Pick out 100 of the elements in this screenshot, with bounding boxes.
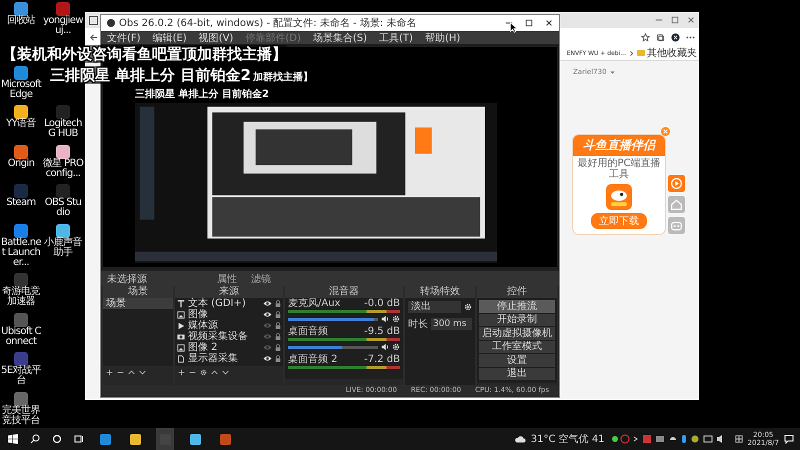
desktop-icon-label[interactable]: Microsoft Edge [0, 80, 42, 100]
weather-text[interactable]: 31°C 空气优 41 [530, 432, 605, 446]
volume-slider[interactable] [288, 346, 378, 348]
desktop-icon-label[interactable]: 微星 PROconfig... [42, 158, 84, 179]
eye-icon[interactable] [263, 311, 272, 318]
collections-icon[interactable] [656, 32, 665, 42]
tab-icon[interactable] [89, 16, 98, 24]
menu-item[interactable]: 文件(F) [107, 30, 141, 44]
search-icon[interactable] [30, 434, 40, 444]
lock-icon[interactable] [275, 300, 281, 308]
settings-icon[interactable] [392, 343, 400, 351]
eye-icon[interactable] [263, 300, 272, 307]
channel-name: 桌面音频 2 [288, 354, 338, 365]
app-icon[interactable] [56, 184, 70, 198]
source-item[interactable]: 媒体源 [188, 320, 260, 331]
app-icon[interactable] [14, 392, 28, 406]
panel-title: 来源 [175, 286, 283, 298]
lock-icon[interactable] [275, 310, 281, 318]
menu-item[interactable]: 场景集合(S) [312, 30, 368, 44]
app-icon[interactable] [56, 144, 70, 159]
ad-card[interactable]: 斗鱼直播伴侣 最好用的PC端直播工具 立即下载 [573, 135, 665, 234]
desktop-icon-label[interactable]: 完美世界竞技平台 [0, 406, 42, 426]
favorites-folder[interactable]: 其他收藏夹 [647, 46, 697, 60]
control-button[interactable]: 设置 [479, 354, 555, 366]
source-item[interactable]: 文本 (GDI+) [188, 298, 260, 309]
lock-icon[interactable] [275, 354, 281, 362]
settings-icon[interactable] [200, 369, 207, 376]
settings-icon[interactable] [392, 315, 400, 323]
add-icon[interactable] [106, 369, 113, 376]
star-icon[interactable] [641, 32, 650, 42]
panel-title: 控件 [477, 286, 557, 298]
task-view-icon[interactable] [74, 434, 84, 444]
desktop-icon-label[interactable]: 回收站 [0, 16, 42, 26]
toolbar-button[interactable]: 属性 [213, 272, 241, 286]
caret-icon[interactable] [608, 68, 616, 76]
notification-icon[interactable] [784, 434, 794, 444]
desktop-icon-label[interactable]: Ubisoft Connect [0, 326, 42, 347]
remove-icon[interactable] [117, 369, 124, 376]
desktop-icon-label[interactable]: 奇游电竞加速器 [0, 287, 42, 308]
lock-icon[interactable] [275, 322, 281, 330]
scene-item[interactable]: 场景 [103, 298, 173, 309]
desktop-icon-label[interactable]: 5E对战平台 [0, 366, 42, 386]
channel-reading: -9.5 dB [364, 326, 400, 337]
media-source-icon [177, 322, 185, 330]
remove-icon[interactable] [189, 369, 196, 376]
menu-item[interactable]: 编辑(E) [152, 30, 187, 44]
toolbar-button[interactable]: 滤镜 [247, 272, 275, 286]
settings-icon[interactable] [464, 303, 472, 311]
source-item[interactable]: 图像 2 [188, 342, 260, 353]
app-icon[interactable] [56, 224, 70, 238]
desktop-icon-label[interactable]: Battle.net Launcher... [0, 238, 42, 268]
add-icon[interactable] [178, 369, 185, 376]
windows-start-icon[interactable] [8, 434, 18, 444]
preview-caption: 三排陨星 单排上分 目前铂金2 [135, 88, 269, 101]
app-icon[interactable] [14, 2, 28, 16]
ime-icon[interactable] [734, 435, 743, 443]
app-icon[interactable] [14, 105, 28, 120]
up-icon[interactable] [128, 369, 135, 376]
monitor-source-icon [177, 354, 185, 362]
menu-item[interactable]: 工具(T) [379, 30, 413, 44]
source-item[interactable]: 显示器采集 [188, 353, 260, 364]
play-icon[interactable] [668, 175, 685, 192]
source-item[interactable]: 图像 [188, 309, 260, 320]
desktop-icon-label[interactable]: Logitech G HUB [42, 119, 84, 140]
up-icon[interactable] [211, 369, 218, 376]
maximize-icon[interactable] [525, 19, 533, 27]
control-button[interactable]: 开始录制 [479, 314, 555, 326]
control-button[interactable]: 停止推流 [479, 300, 555, 312]
desktop-icon-label[interactable]: OBS Studio [42, 198, 84, 218]
down-icon[interactable] [222, 369, 229, 376]
app-icon[interactable] [14, 352, 28, 366]
speaker-icon[interactable] [381, 315, 389, 323]
circle-icon[interactable] [52, 434, 62, 444]
eye-icon[interactable] [263, 355, 272, 362]
transition-dropdown[interactable]: 淡出 [408, 301, 461, 313]
app-icon[interactable] [14, 273, 28, 288]
chevron-icon[interactable] [628, 50, 635, 56]
desktop-icon-label[interactable]: YY语音 [0, 119, 42, 130]
desktop-icon-label[interactable]: Origin [0, 158, 42, 169]
control-button[interactable]: 退出 [479, 368, 555, 380]
down-icon[interactable] [139, 369, 146, 376]
control-button[interactable]: 启动虚拟摄像机 [479, 327, 555, 340]
duration-field[interactable]: 300 ms [431, 318, 472, 330]
control-button[interactable]: 工作室模式 [479, 340, 555, 353]
menu-item[interactable]: 帮助(H) [424, 30, 460, 44]
ad-title: 斗鱼直播伴侣 [573, 135, 665, 156]
close-icon[interactable] [545, 19, 553, 27]
avatar-icon[interactable] [671, 32, 680, 42]
speaker-icon[interactable] [381, 343, 389, 351]
app-logo-icon [606, 184, 632, 210]
lock-icon[interactable] [275, 332, 281, 340]
lock-icon[interactable] [275, 344, 281, 352]
desktop-icon-label[interactable]: Steam [0, 198, 42, 208]
source-item[interactable]: 视频采集设备 [188, 331, 260, 342]
desktop-icon-label[interactable]: yongjiewuj... [42, 16, 84, 36]
desktop-icon-label[interactable]: 小鹿声音助手 [42, 238, 84, 258]
menu-item[interactable]: 视图(V) [198, 30, 234, 44]
back-arrow-icon[interactable] [89, 32, 98, 42]
camera-source-icon [177, 332, 185, 340]
panel-title: 场景 [103, 286, 173, 298]
